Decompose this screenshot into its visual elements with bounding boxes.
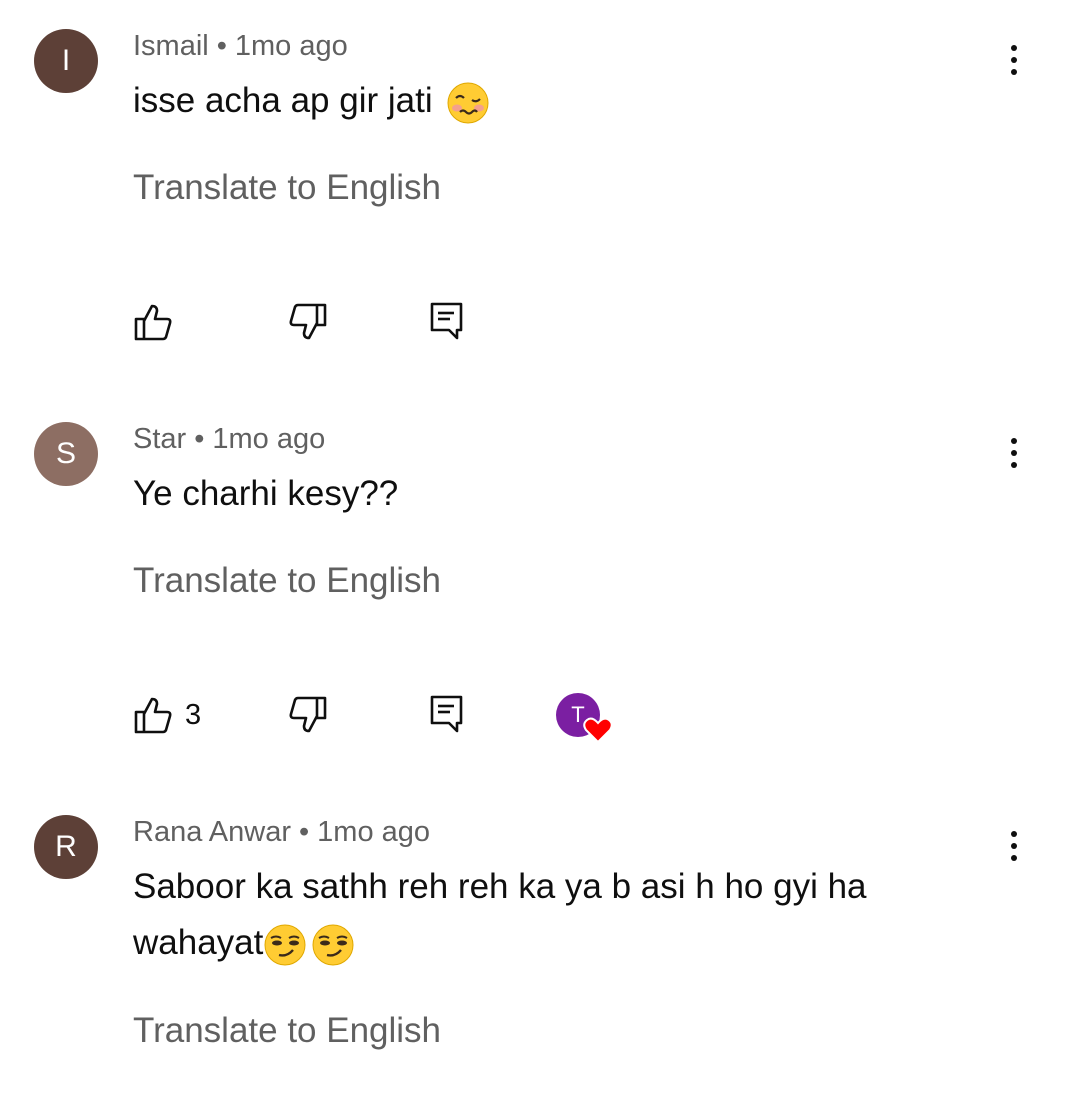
woozy-face-emoji-icon [447, 82, 489, 124]
author-name[interactable]: Ismail [133, 30, 209, 62]
more-options-icon[interactable] [996, 824, 1032, 868]
thumbs-up-icon [134, 304, 172, 341]
thumbs-down-icon [289, 696, 327, 733]
comment-text: isse acha ap gir jati [133, 73, 1013, 129]
author-name[interactable]: Rana Anwar [133, 816, 291, 848]
comment-meta: Star • 1mo ago [133, 423, 325, 456]
avatar[interactable]: R [34, 815, 98, 879]
timestamp[interactable]: 1mo ago [212, 423, 325, 455]
separator-dot: • [299, 816, 310, 848]
smirking-face-emoji-icon [312, 924, 354, 966]
comment-meta: Ismail • 1mo ago [133, 30, 348, 63]
thumbs-up-icon [134, 697, 172, 734]
avatar[interactable]: I [34, 29, 98, 93]
heart-icon [583, 717, 613, 744]
author-name[interactable]: Star [133, 423, 186, 455]
comment-text: Ye charhi kesy?? [133, 474, 399, 513]
timestamp[interactable]: 1mo ago [235, 30, 348, 62]
dislike-button[interactable] [288, 302, 328, 342]
translate-button[interactable]: Translate to English [133, 1011, 441, 1051]
reply-button[interactable] [430, 302, 464, 342]
comment-meta: Rana Anwar • 1mo ago [133, 816, 430, 849]
reply-comment-icon [430, 302, 463, 340]
timestamp[interactable]: 1mo ago [317, 816, 430, 848]
separator-dot: • [194, 423, 205, 455]
reply-button[interactable] [430, 695, 464, 735]
more-options-icon[interactable] [996, 431, 1032, 475]
like-button[interactable] [133, 302, 185, 342]
translate-button[interactable]: Translate to English [133, 561, 441, 601]
avatar[interactable]: S [34, 422, 98, 486]
translate-button[interactable]: Translate to English [133, 168, 441, 208]
thumbs-down-icon [289, 303, 327, 340]
more-options-icon[interactable] [996, 38, 1032, 82]
like-button[interactable]: 3 [133, 695, 201, 735]
dislike-button[interactable] [288, 695, 328, 735]
separator-dot: • [216, 30, 227, 62]
smirking-face-emoji-icon [264, 924, 306, 966]
reply-comment-icon [430, 695, 463, 733]
like-count: 3 [185, 698, 202, 731]
comment-text: Saboor ka sathh reh reh ka ya b asi h ho… [133, 859, 1013, 971]
